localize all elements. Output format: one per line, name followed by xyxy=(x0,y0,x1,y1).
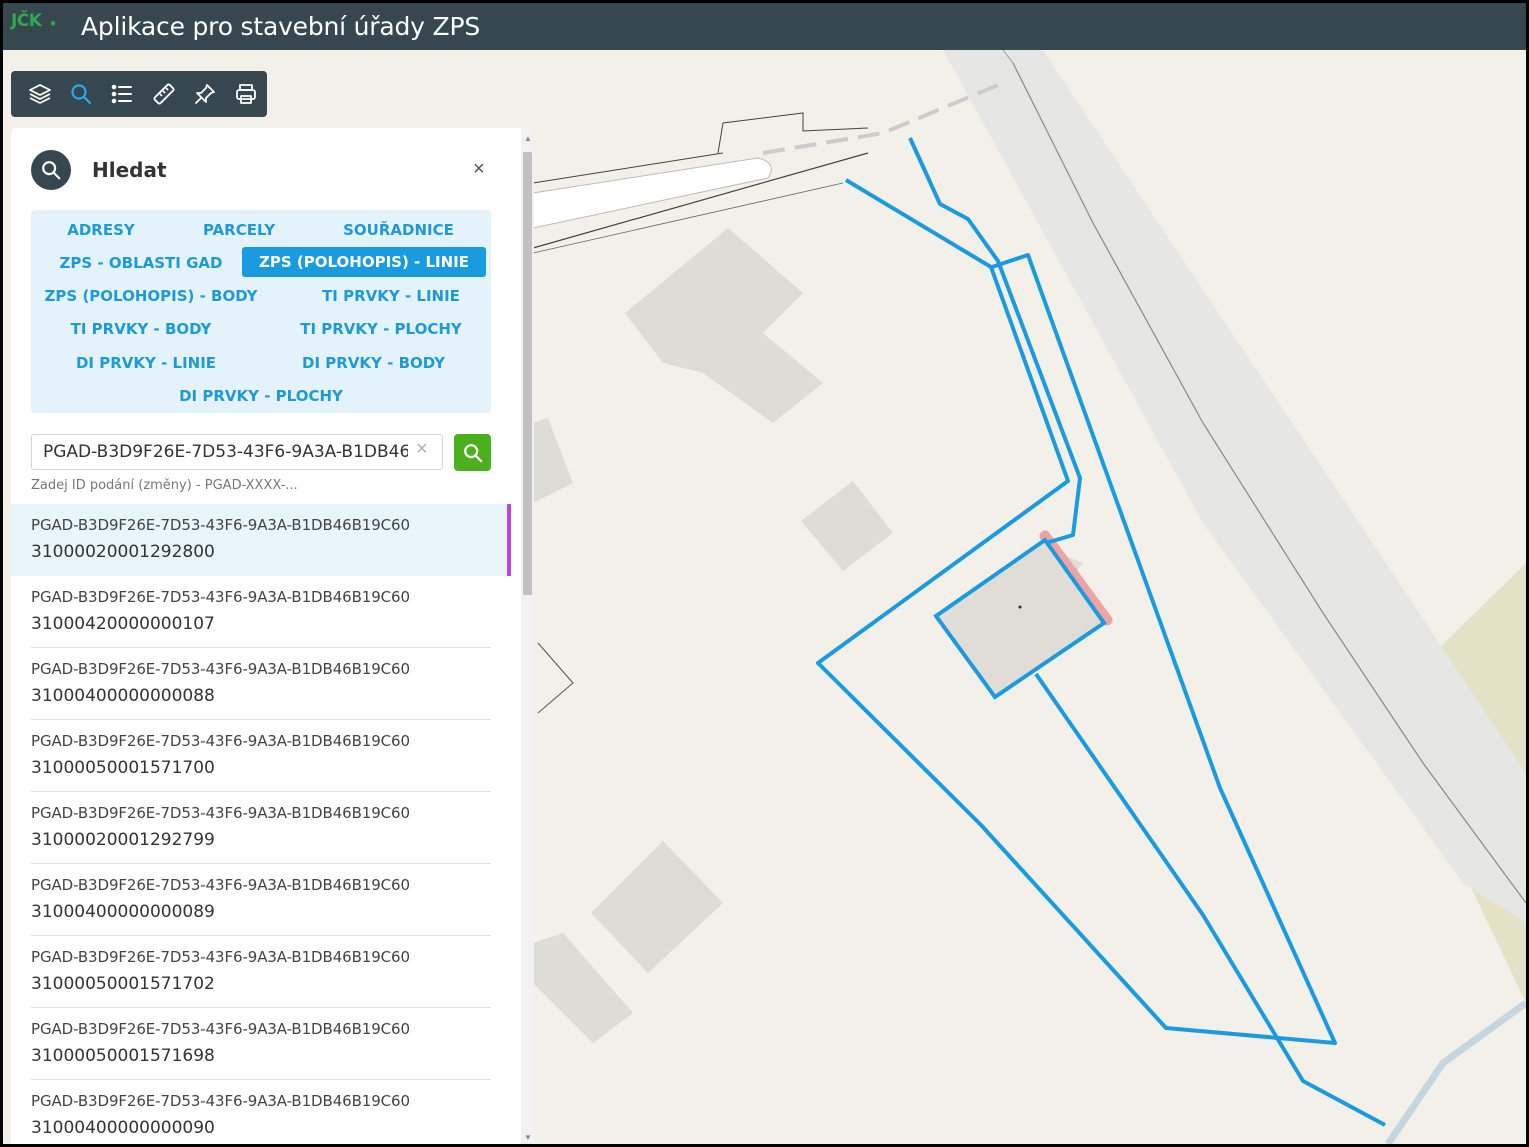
search-hint: Zadej ID podání (změny) - PGAD-XXXX-... xyxy=(31,478,298,493)
tab-adresy[interactable]: ADRESY xyxy=(41,215,161,245)
result-item[interactable]: PGAD-B3D9F26E-7D53-43F6-9A3A-B1DB46B19C6… xyxy=(11,720,511,792)
tab-di-prvky-plochy[interactable]: DI PRVKY - PLOCHY xyxy=(151,381,371,411)
result-item[interactable]: PGAD-B3D9F26E-7D53-43F6-9A3A-B1DB46B19C6… xyxy=(11,864,511,936)
app-window: JČK ● Aplikace pro stavební úřady ZPS Hl… xyxy=(3,3,1526,1144)
tab-ti-prvky-linie[interactable]: TI PRVKY - LINIE xyxy=(306,281,476,311)
panel-search-icon xyxy=(31,150,71,190)
panel-scrollbar[interactable]: ▲ ▼ xyxy=(521,128,534,1144)
result-id: PGAD-B3D9F26E-7D53-43F6-9A3A-B1DB46B19C6… xyxy=(31,1092,410,1110)
scroll-down-icon[interactable]: ▼ xyxy=(524,1133,532,1142)
result-item[interactable]: PGAD-B3D9F26E-7D53-43F6-9A3A-B1DB46B19C6… xyxy=(11,504,511,576)
result-item[interactable]: PGAD-B3D9F26E-7D53-43F6-9A3A-B1DB46B19C6… xyxy=(11,576,511,648)
result-code: 31000400000000088 xyxy=(31,686,215,706)
result-item[interactable]: PGAD-B3D9F26E-7D53-43F6-9A3A-B1DB46B19C6… xyxy=(11,648,511,720)
map-toolbar xyxy=(11,71,267,117)
result-id: PGAD-B3D9F26E-7D53-43F6-9A3A-B1DB46B19C6… xyxy=(31,732,410,750)
result-id: PGAD-B3D9F26E-7D53-43F6-9A3A-B1DB46B19C6… xyxy=(31,876,410,894)
search-category-tabs: ADRESY PARCELY SOUŘADNICE ZPS - OBLASTI … xyxy=(31,210,491,413)
result-code: 31000020001292800 xyxy=(31,542,215,562)
result-id: PGAD-B3D9F26E-7D53-43F6-9A3A-B1DB46B19C6… xyxy=(31,1020,410,1038)
list-icon[interactable] xyxy=(102,71,143,117)
app-logo: JČK ● xyxy=(3,3,67,50)
result-code: 31000420000000107 xyxy=(31,614,215,634)
search-icon[interactable] xyxy=(60,71,101,117)
pin-icon[interactable] xyxy=(184,71,225,117)
tab-di-prvky-linie[interactable]: DI PRVKY - LINIE xyxy=(51,348,241,378)
tab-parcely[interactable]: PARCELY xyxy=(179,215,299,245)
result-code: 31000020001292799 xyxy=(31,830,215,850)
search-submit-button[interactable] xyxy=(454,434,491,471)
result-code: 31000400000000089 xyxy=(31,902,215,922)
search-icon xyxy=(463,443,482,462)
print-icon[interactable] xyxy=(226,71,267,117)
search-panel: Hledat × ADRESY PARCELY SOUŘADNICE ZPS -… xyxy=(11,128,534,1144)
result-id: PGAD-B3D9F26E-7D53-43F6-9A3A-B1DB46B19C6… xyxy=(31,660,410,678)
result-item[interactable]: PGAD-B3D9F26E-7D53-43F6-9A3A-B1DB46B19C6… xyxy=(11,792,511,864)
result-code: 31000050001571700 xyxy=(31,758,215,778)
logo-text: JČK xyxy=(11,11,42,31)
result-item[interactable]: PGAD-B3D9F26E-7D53-43F6-9A3A-B1DB46B19C6… xyxy=(11,1080,511,1144)
result-id: PGAD-B3D9F26E-7D53-43F6-9A3A-B1DB46B19C6… xyxy=(31,516,410,534)
tab-di-prvky-body[interactable]: DI PRVKY - BODY xyxy=(286,348,461,378)
result-item[interactable]: PGAD-B3D9F26E-7D53-43F6-9A3A-B1DB46B19C6… xyxy=(11,936,511,1008)
search-input[interactable] xyxy=(31,434,443,470)
result-id: PGAD-B3D9F26E-7D53-43F6-9A3A-B1DB46B19C6… xyxy=(31,588,410,606)
scroll-thumb[interactable] xyxy=(523,152,532,595)
tab-zps-oblasti-gad[interactable]: ZPS - OBLASTI GAD xyxy=(41,248,241,278)
results-list: PGAD-B3D9F26E-7D53-43F6-9A3A-B1DB46B19C6… xyxy=(11,504,511,1144)
layers-icon[interactable] xyxy=(19,71,60,117)
logo-pin-icon: ● xyxy=(50,18,57,29)
close-panel-button[interactable]: × xyxy=(473,158,485,181)
result-id: PGAD-B3D9F26E-7D53-43F6-9A3A-B1DB46B19C6… xyxy=(31,948,410,966)
scroll-up-icon[interactable]: ▲ xyxy=(524,134,532,143)
tab-zps-polohopis-linie[interactable]: ZPS (POLOHOPIS) - LINIE xyxy=(242,247,486,277)
result-code: 31000050001571698 xyxy=(31,1046,215,1066)
ruler-icon[interactable] xyxy=(143,71,184,117)
clear-search-button[interactable]: × xyxy=(416,438,428,461)
result-item[interactable]: PGAD-B3D9F26E-7D53-43F6-9A3A-B1DB46B19C6… xyxy=(11,1008,511,1080)
tab-ti-prvky-body[interactable]: TI PRVKY - BODY xyxy=(51,314,231,344)
tab-ti-prvky-plochy[interactable]: TI PRVKY - PLOCHY xyxy=(281,314,481,344)
app-header: JČK ● Aplikace pro stavební úřady ZPS xyxy=(3,3,1526,50)
result-code: 31000050001571702 xyxy=(31,974,215,994)
tab-zps-polohopis-body[interactable]: ZPS (POLOHOPIS) - BODY xyxy=(41,281,261,311)
result-id: PGAD-B3D9F26E-7D53-43F6-9A3A-B1DB46B19C6… xyxy=(31,804,410,822)
panel-title: Hledat xyxy=(92,158,167,182)
result-code: 31000400000000090 xyxy=(31,1118,215,1138)
panel-header: Hledat × xyxy=(11,128,511,208)
tab-souradnice[interactable]: SOUŘADNICE xyxy=(321,215,476,245)
app-title: Aplikace pro stavební úřady ZPS xyxy=(81,12,480,41)
search-row: × xyxy=(31,434,491,474)
